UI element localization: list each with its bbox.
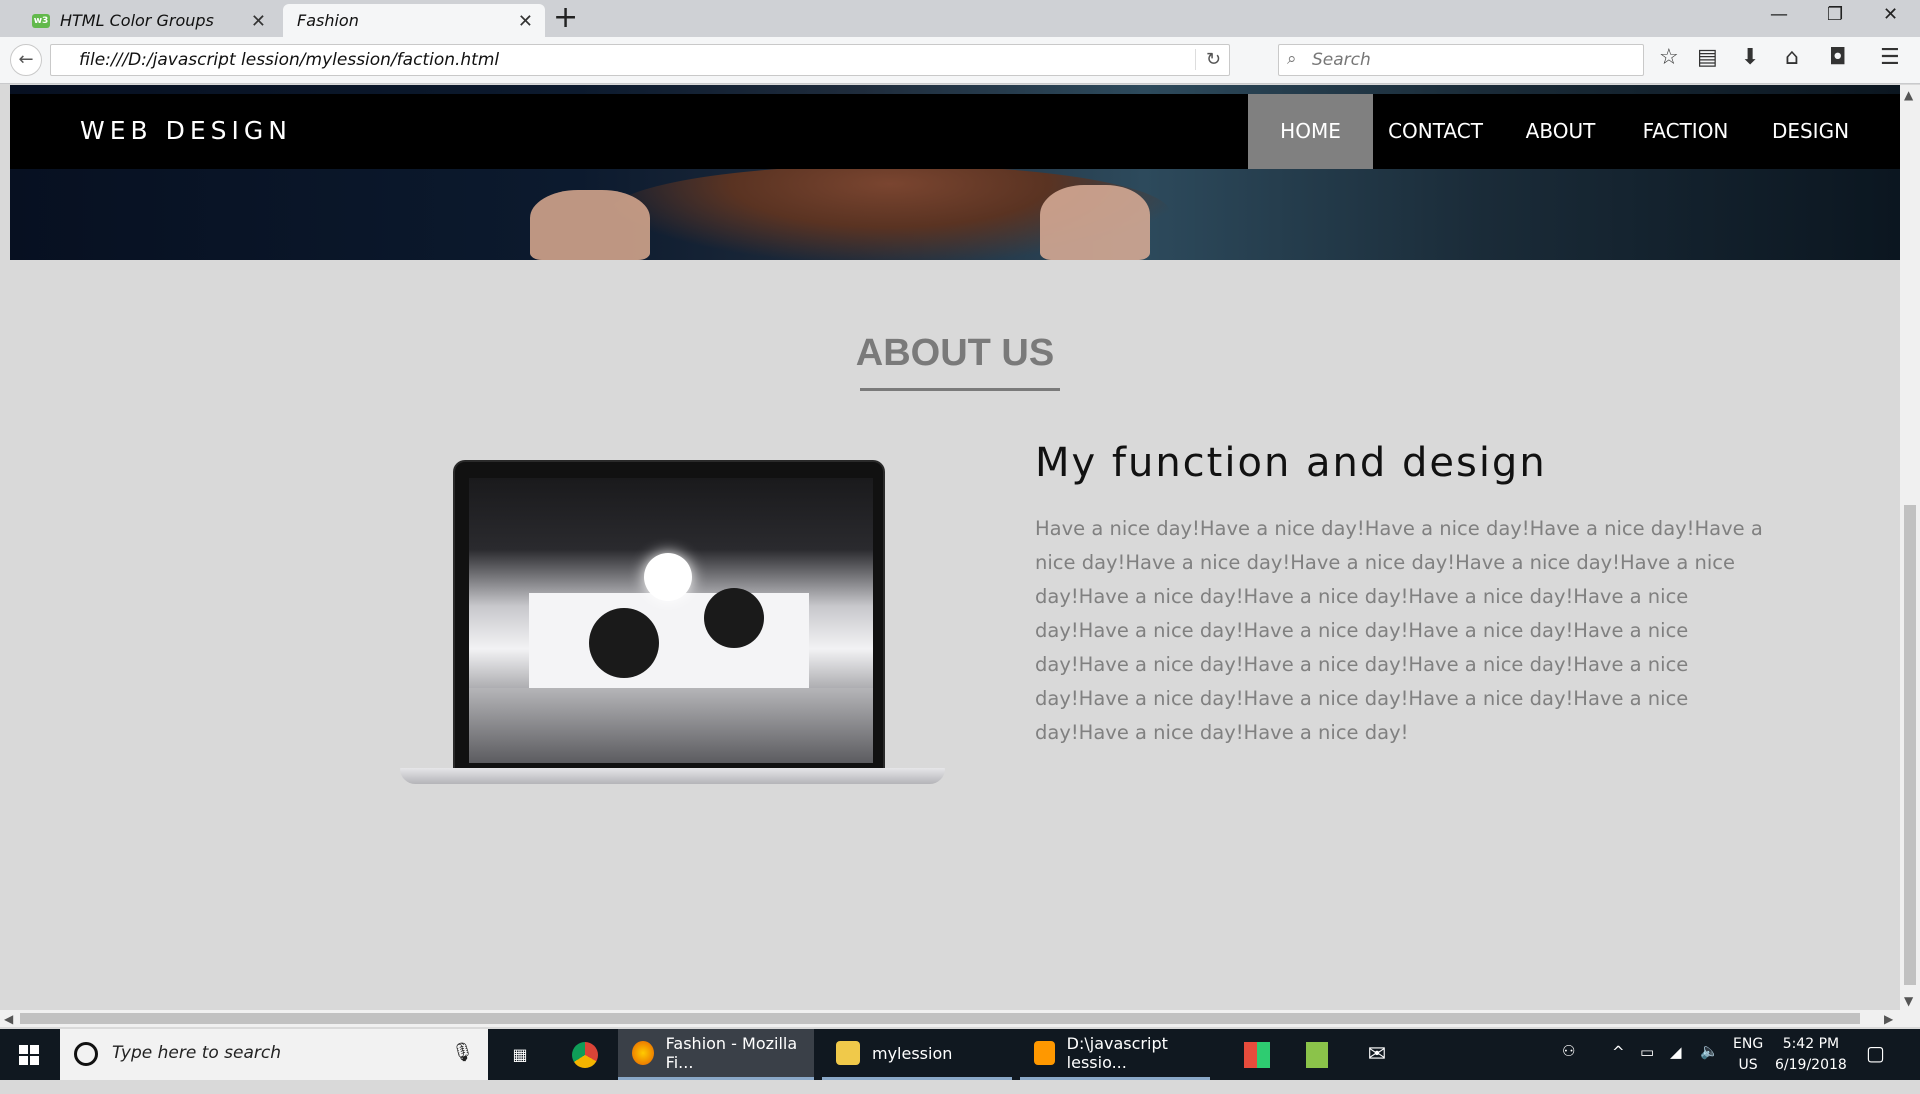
taskbar-app-label: D:\javascript lessio... — [1066, 1034, 1168, 1072]
region-code: US — [1738, 1057, 1758, 1073]
search-placeholder: Search — [1312, 50, 1371, 70]
language-code: ENG — [1733, 1036, 1764, 1052]
vertical-scroll-thumb[interactable] — [1904, 505, 1916, 985]
nav-item-contact[interactable]: CONTACT — [1373, 94, 1498, 169]
search-icon: ⌕ — [1287, 49, 1297, 69]
taskbar-search-placeholder: Type here to search — [112, 1043, 282, 1063]
folder-icon — [836, 1041, 860, 1065]
function-text: Have a nice day!Have a nice day!Have a n… — [1035, 517, 1763, 744]
about-us-heading: ABOUT US — [855, 332, 1055, 374]
w3-favicon-icon: w3 — [32, 13, 50, 28]
site-navbar: WEB DESIGN HOME CONTACT ABOUT FACTION DE… — [10, 94, 1900, 169]
microphone-icon[interactable]: 🎙 — [451, 1042, 474, 1063]
network-icon[interactable]: ◢ — [1670, 1043, 1682, 1094]
taskbar-app-label: mylession — [872, 1043, 953, 1063]
cortana-icon — [74, 1042, 98, 1066]
studio-floor — [469, 688, 873, 763]
nav-item-faction[interactable]: FACTION — [1623, 94, 1748, 169]
bookmark-star-icon[interactable]: ☆ — [1659, 45, 1679, 70]
close-icon[interactable]: ✕ — [251, 11, 266, 32]
download-icon[interactable]: ⬇ — [1741, 45, 1759, 70]
windows-taskbar: Type here to search 🎙 ▦ Fashion - Mozill… — [0, 1029, 1920, 1080]
taskbar-app-firefox[interactable]: Fashion - Mozilla Fi... — [618, 1029, 814, 1080]
battery-icon[interactable]: ▭ — [1640, 1043, 1654, 1094]
url-bar[interactable]: file:///D:/javascript lession/mylession/… — [50, 44, 1230, 76]
hero-hand-right — [1040, 185, 1150, 260]
taskbar-app-sublime[interactable]: D:\javascript lessio... — [1020, 1029, 1210, 1080]
minimize-icon[interactable]: — — [1770, 4, 1788, 25]
language-indicator[interactable]: ENG US — [1733, 1034, 1763, 1076]
office-icon[interactable] — [1232, 1029, 1282, 1080]
function-title: My function and design — [1035, 440, 1547, 486]
hero-hand-left — [530, 190, 650, 260]
volume-icon[interactable]: 🔈 — [1700, 1042, 1719, 1093]
reading-list-icon[interactable]: ▤ — [1697, 45, 1718, 70]
laptop-image — [400, 460, 945, 790]
home-icon[interactable]: ⌂ — [1785, 45, 1799, 70]
scroll-right-arrow-icon[interactable]: ▶ — [1884, 1012, 1893, 1026]
laptop-screen — [469, 478, 873, 763]
close-icon[interactable]: ✕ — [518, 11, 533, 32]
studio-softbox — [644, 553, 692, 601]
about-underline — [860, 388, 1060, 391]
pocket-icon[interactable]: ◘ — [1829, 45, 1846, 70]
sublime-icon — [1034, 1041, 1055, 1065]
taskbar-search-box[interactable]: Type here to search 🎙 — [60, 1029, 488, 1080]
firefox-icon — [632, 1041, 654, 1065]
studio-umbrella-left — [589, 608, 659, 678]
task-view-icon[interactable]: ▦ — [498, 1029, 542, 1080]
clock-date: 6/19/2018 — [1775, 1057, 1847, 1073]
studio-umbrella-right — [704, 588, 764, 648]
chrome-icon[interactable] — [560, 1029, 610, 1080]
nav-item-about[interactable]: ABOUT — [1498, 94, 1623, 169]
site-logo[interactable]: WEB DESIGN — [80, 116, 292, 145]
scroll-up-arrow-icon[interactable]: ▲ — [1904, 88, 1913, 102]
horizontal-scroll-thumb[interactable] — [20, 1013, 1860, 1024]
clock-time: 5:42 PM — [1782, 1036, 1840, 1052]
back-arrow-icon[interactable]: ← — [10, 44, 42, 76]
tab-label: Fashion — [297, 11, 359, 30]
taskbar-app-label: Fashion - Mozilla Fi... — [665, 1034, 798, 1072]
tab-label: HTML Color Groups — [60, 11, 214, 30]
tray-expand-icon[interactable]: ^ — [1612, 1043, 1625, 1094]
laptop-base — [400, 768, 945, 784]
close-window-icon[interactable]: ✕ — [1883, 4, 1898, 25]
notepad-graphic-icon — [1306, 1041, 1328, 1068]
taskbar-app-explorer[interactable]: mylession — [822, 1029, 1012, 1080]
restore-icon[interactable]: ❐ — [1827, 4, 1843, 25]
scroll-left-arrow-icon[interactable]: ◀ — [4, 1012, 13, 1026]
new-tab-plus-icon[interactable]: + — [553, 2, 578, 34]
tab-html-color-groups[interactable]: w3 HTML Color Groups ✕ — [18, 4, 278, 37]
search-input[interactable]: ⌕ Search — [1278, 44, 1644, 76]
browser-toolbar: ← file:///D:/javascript lession/mylessio… — [0, 37, 1920, 84]
action-center-icon[interactable]: ▢ — [1866, 1041, 1885, 1092]
nav-item-home[interactable]: HOME — [1248, 94, 1373, 169]
tab-fashion[interactable]: Fashion ✕ — [283, 4, 545, 37]
mail-icon[interactable]: ✉ — [1352, 1029, 1402, 1080]
page-viewport: WEB DESIGN HOME CONTACT ABOUT FACTION DE… — [10, 85, 1900, 1010]
windows-logo-icon — [19, 1044, 39, 1065]
system-clock[interactable]: 5:42 PM 6/19/2018 — [1775, 1034, 1847, 1076]
url-text[interactable]: file:///D:/javascript lession/mylession/… — [79, 50, 499, 70]
nav-item-design[interactable]: DESIGN — [1748, 94, 1873, 169]
notepad-icon[interactable] — [1292, 1029, 1342, 1080]
office-tiles-icon — [1244, 1041, 1270, 1068]
scroll-down-arrow-icon[interactable]: ▼ — [1904, 994, 1913, 1008]
people-icon[interactable]: ⚇ — [1562, 1042, 1575, 1093]
start-button[interactable] — [0, 1029, 58, 1080]
browser-tab-bar: w3 HTML Color Groups ✕ Fashion ✕ + — ❐ ✕ — [0, 0, 1920, 37]
laptop-lid — [453, 460, 885, 775]
menu-hamburger-icon[interactable]: ☰ — [1880, 45, 1900, 70]
reload-icon[interactable]: ↻ — [1194, 49, 1221, 70]
